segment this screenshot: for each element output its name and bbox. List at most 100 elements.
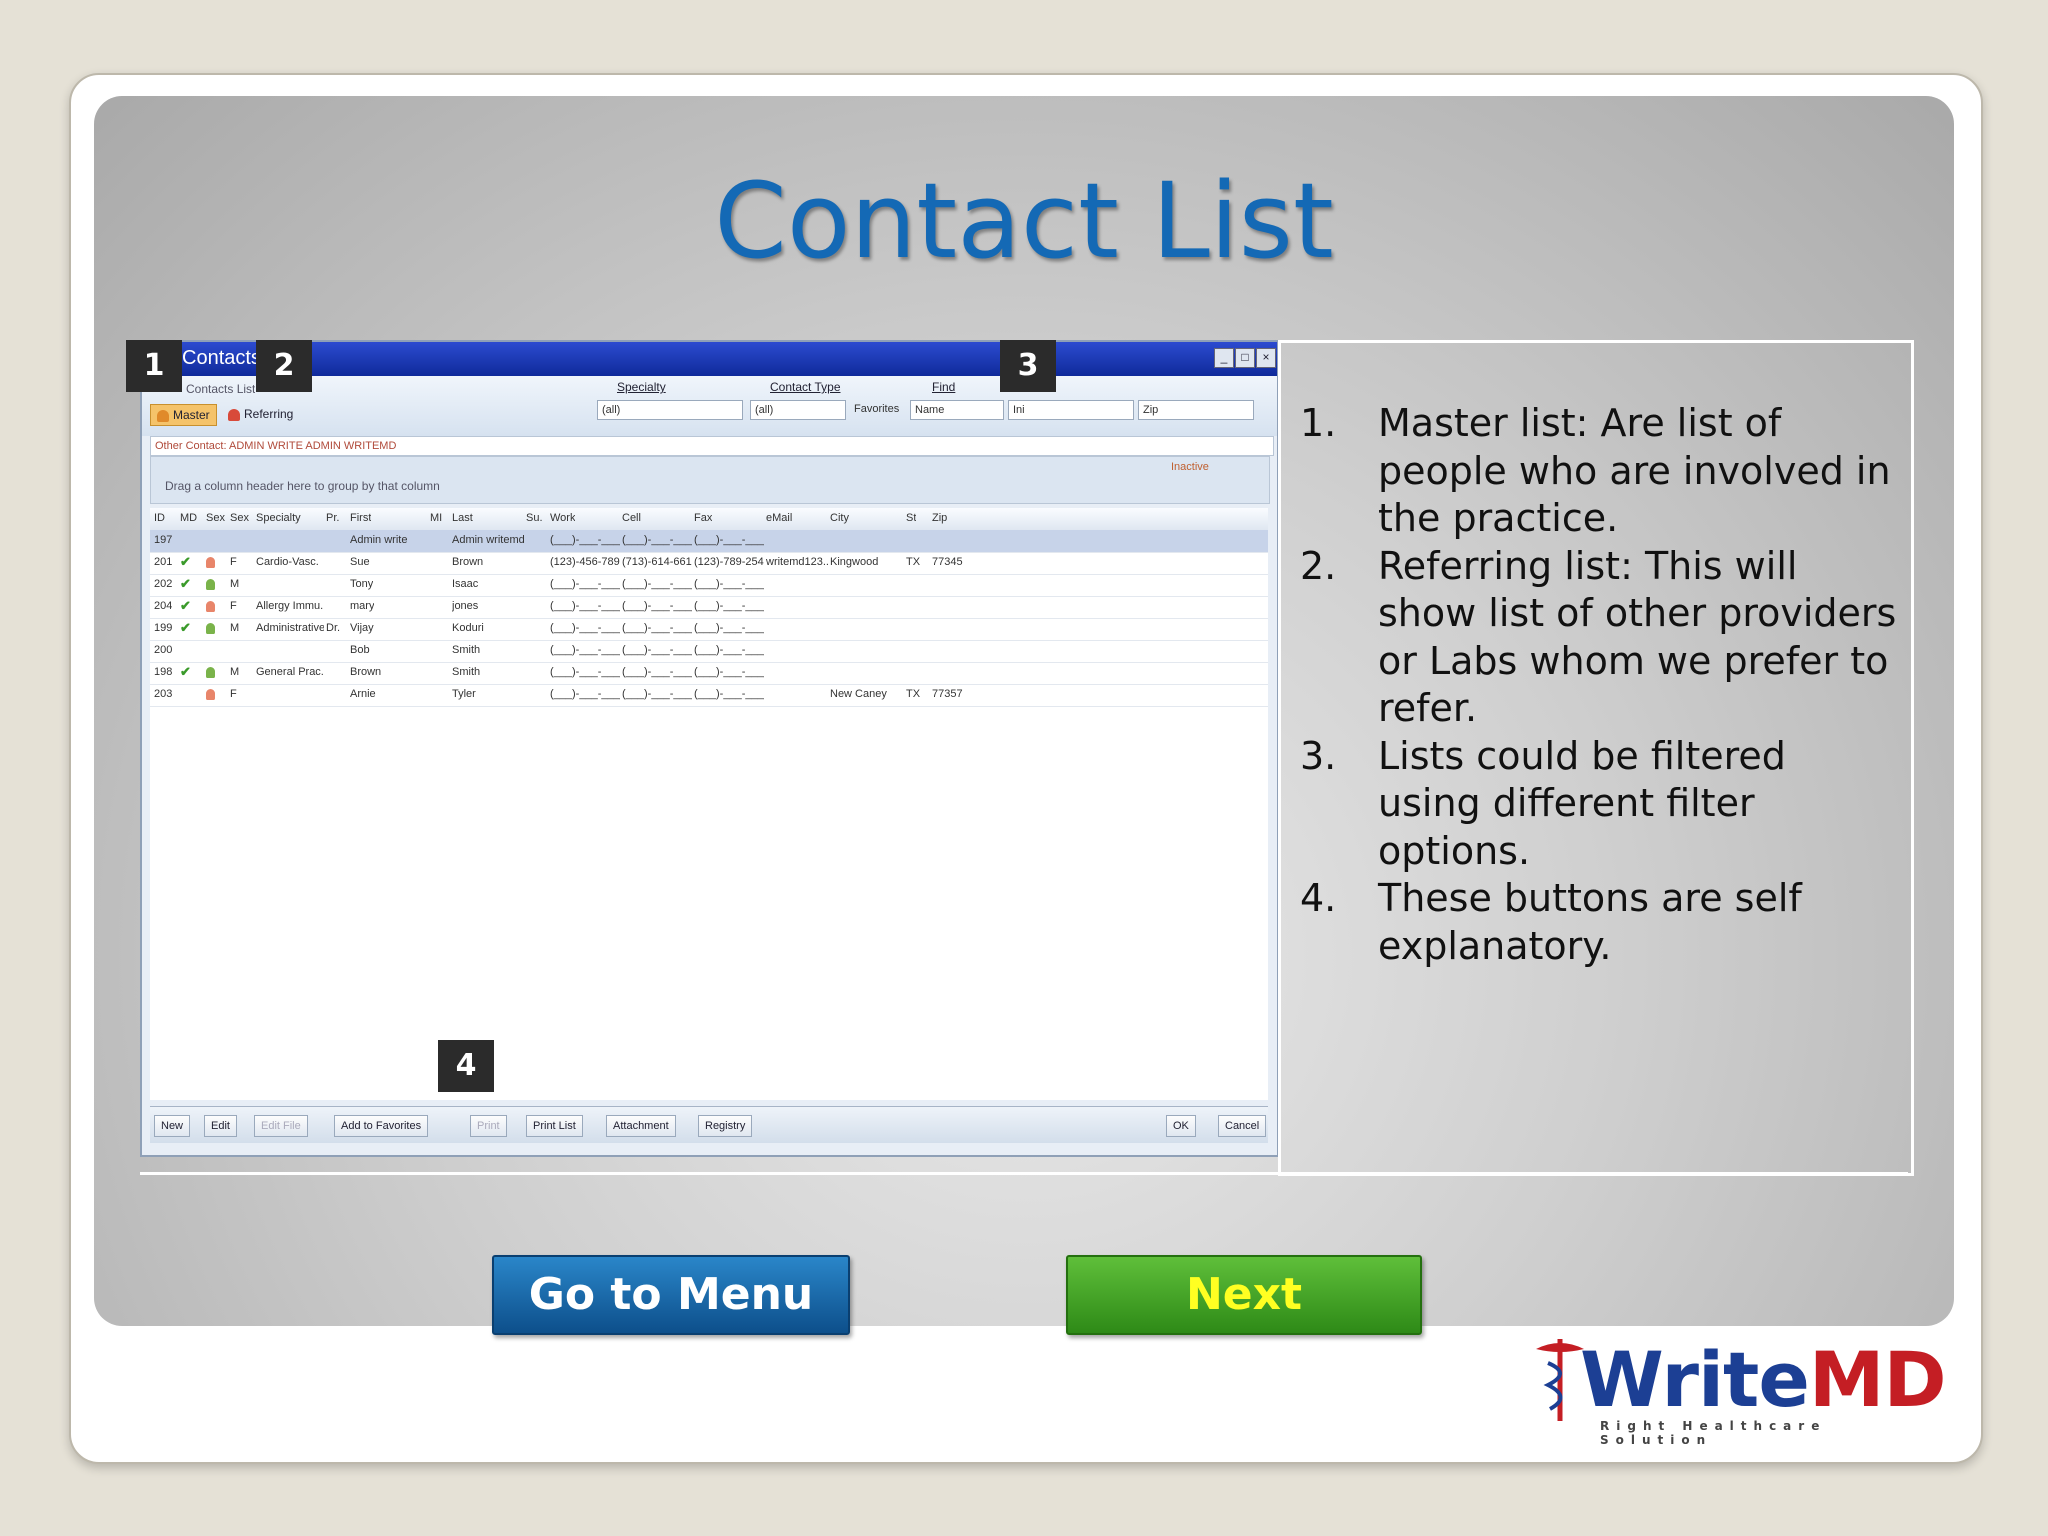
group-hint: Drag a column header here to group by th… [165,479,440,493]
column-header[interactable]: ID [154,512,165,524]
cell-first: Vijay [350,622,374,634]
ini-filter-input[interactable]: Ini [1008,400,1134,420]
tab-master[interactable]: Master [150,404,217,426]
cell-fax: (___)-___-____ [694,622,764,634]
male-person-icon [206,623,215,634]
zip-filter-input[interactable]: Zip [1138,400,1254,420]
table-row[interactable]: 204 F Allergy Immu... mary jones (___)-___-__… [150,596,1268,619]
find-label: Find [932,380,956,394]
md-check-icon: ✔ [180,598,191,613]
column-header[interactable]: St [906,512,916,524]
inactive-label[interactable]: Inactive [1171,461,1209,473]
grid-header: ID MD Sex Sex Specialty Pr. First MI Last Su. Work… [150,508,1268,531]
cell-work: (___)-___-____ [550,600,620,612]
column-header[interactable]: Specialty [256,512,301,524]
cell-cell: (___)-___-____ [622,622,692,634]
cell-last: jones [452,600,479,612]
cell-id: 203 [154,688,173,700]
column-header[interactable]: Work [550,512,575,524]
cell-fax: (___)-___-____ [694,534,764,546]
column-header[interactable]: City [830,512,849,524]
table-row[interactable]: 201 F Cardio-Vasc. Sue Brown (123)-456-7891 (7… [150,552,1268,575]
cell-specialty: Administrative [256,622,324,634]
referring-icon [228,408,240,421]
new-button[interactable]: New [154,1115,191,1137]
tab-master-label: Master [173,408,210,422]
list-text: Referring list: This will show list of o… [1378,543,1897,731]
tab-referring-label: Referring [244,407,294,421]
cell-work: (___)-___-____ [550,688,620,700]
column-header[interactable]: Fax [694,512,712,524]
maximize-icon[interactable]: □ [1235,348,1255,368]
cell-work: (___)-___-____ [550,644,620,656]
column-header[interactable]: Zip [932,512,947,524]
description-list: 1. Master list: Are list of people who ar… [1300,400,1900,970]
cell-st: TX [906,688,921,700]
cell-work: (___)-___-____ [550,578,620,590]
edit-file-button[interactable]: Edit File [254,1115,308,1137]
column-header[interactable]: Pr. [326,512,339,524]
ok-button[interactable]: OK [1166,1115,1196,1137]
column-header[interactable]: Last [452,512,473,524]
table-row[interactable]: 199 M Administrative Dr. Vijay Koduri (___)-__… [150,618,1268,641]
cell-cell: (___)-___-____ [622,688,692,700]
specialty-select[interactable]: (all) [597,400,743,420]
cell-first: Arnie [350,688,376,700]
contact-type-select[interactable]: (all) [750,400,846,420]
find-name-input[interactable]: Name [910,400,1004,420]
female-person-icon [206,689,215,700]
table-row[interactable]: 197 Admin write Admin writemd (___)-___-___… [150,530,1268,553]
table-row[interactable]: 202 M Tony Isaac (___)-___-____ (___)-___-___… [150,574,1268,597]
female-person-icon [206,601,215,612]
md-check-icon: ✔ [180,664,191,679]
cell-fax: (123)-789-2543 [694,556,764,568]
column-header[interactable]: Su. [526,512,543,524]
add-to-favorites-button[interactable]: Add to Favorites [334,1115,429,1137]
cell-pr: Dr. [326,622,341,634]
close-icon[interactable]: × [1256,348,1276,368]
md-check-icon: ✔ [180,620,191,635]
print-list-button[interactable]: Print List [526,1115,583,1137]
column-header[interactable]: MI [430,512,442,524]
male-person-icon [206,667,215,678]
cell-last: Admin writemd [452,534,525,546]
cell-specialty: Cardio-Vasc. [256,556,319,568]
contacts-list-screenshot: Contacts List _ □ × Contacts List Master… [140,340,1279,1157]
cell-work: (___)-___-____ [550,534,620,546]
minimize-icon[interactable]: _ [1214,348,1234,368]
list-number: 2. [1300,543,1337,588]
cell-email: writemd123... [766,556,828,568]
cell-sex: F [230,688,237,700]
cell-cell: (___)-___-____ [622,534,692,546]
cell-city: New Caney [830,688,887,700]
registry-button[interactable]: Registry [698,1115,753,1137]
column-header[interactable]: Cell [622,512,641,524]
cell-last: Smith [452,644,481,656]
column-header[interactable]: eMail [766,512,792,524]
cell-specialty: General Prac. [256,666,324,678]
cell-city: Kingwood [830,556,879,568]
specialty-label: Specialty [617,380,666,394]
attachment-button[interactable]: Attachment [606,1115,676,1137]
tab-referring[interactable]: Referring [222,404,299,424]
column-header[interactable]: Sex [230,512,249,524]
print-button[interactable]: Print [470,1115,507,1137]
logo-tagline: Right Healthcare Solution [1600,1419,1827,1447]
go-to-menu-button[interactable]: Go to Menu [492,1255,850,1335]
cell-fax: (___)-___-____ [694,578,764,590]
edit-button[interactable]: Edit [204,1115,237,1137]
column-header[interactable]: MD [180,512,197,524]
contact-type-label: Contact Type [770,380,841,394]
cell-sex: M [230,578,240,590]
table-row[interactable]: 203 F Arnie Tyler (___)-___-____ (___)-___-__… [150,684,1268,707]
cancel-button[interactable]: Cancel [1218,1115,1267,1137]
table-row[interactable]: 200 Bob Smith (___)-___-____ (___)-___-____(… [150,640,1268,663]
bottom-toolbar: New Edit Edit File Add to Favorites Prin… [150,1106,1268,1143]
column-header[interactable]: Sex [206,512,225,524]
next-button[interactable]: Next [1066,1255,1422,1335]
column-header[interactable]: First [350,512,371,524]
table-row[interactable]: 198 M General Prac. Brown Smith (___)-___-___… [150,662,1268,685]
context-bar: Other Contact: ADMIN WRITE ADMIN WRITEMD [150,436,1274,456]
group-by-area: Inactive Drag a column header here to gr… [150,456,1270,504]
divider-line [140,1172,1908,1175]
